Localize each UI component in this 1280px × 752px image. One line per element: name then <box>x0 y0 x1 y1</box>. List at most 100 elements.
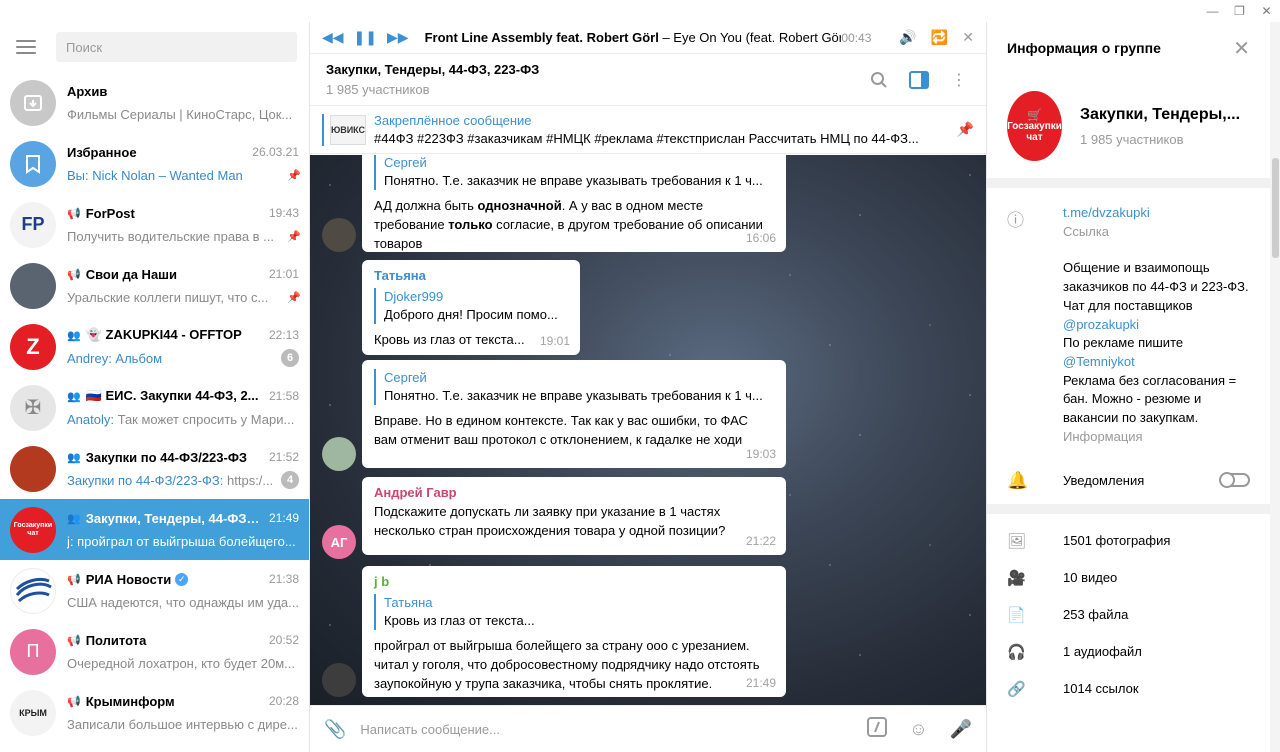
microphone-icon[interactable]: 🎤 <box>950 719 972 740</box>
notifications-toggle[interactable] <box>1219 472 1250 489</box>
chat-item-zakupki-tendery[interactable]: Госзакупки чат 👥 Закупки, Тендеры, 44-ФЗ, … <box>0 499 309 560</box>
attach-icon[interactable]: 📎 <box>324 719 346 740</box>
channel-icon: 📢 <box>67 268 81 281</box>
reply-text: Доброго дня! Просим помо... <box>384 307 558 322</box>
description-label: Информация <box>1063 428 1143 444</box>
pinned-message[interactable]: ЮВИКС Закреплённое сообщение #44ФЗ #223Ф… <box>310 106 986 154</box>
conversation-members: 1 985 участников <box>326 82 430 97</box>
scrollbar[interactable] <box>1270 22 1280 752</box>
chat-time: 21:58 <box>268 389 299 403</box>
conversation-panel: ◀◀ ❚❚ ▶▶ Front Line Assembly feat. Rober… <box>310 22 986 752</box>
message-reply[interactable]: Татьяна Кровь из глаз от текста... <box>374 594 774 630</box>
preview-sender: Вы: <box>67 167 93 183</box>
more-icon[interactable]: ⋮ <box>948 69 970 91</box>
group-description: ⓘ t.me/dvzakupki Ссылка Общение и взаимо… <box>987 188 1270 456</box>
channel-icon: 📢 <box>67 573 81 586</box>
chat-avatar: КРЫМ <box>10 689 56 736</box>
group-info-header: Информация о группе ✕ <box>987 22 1270 74</box>
channel-icon: 📢 <box>67 695 81 708</box>
channel-icon: 📢 <box>67 634 81 647</box>
next-track-icon[interactable]: ▶▶ <box>387 29 409 46</box>
pin-icon: 📌 <box>287 292 301 304</box>
close-player-icon[interactable]: ✕ <box>962 29 974 46</box>
chat-item-svoi[interactable]: 📢 Свои да Наши 21:01 Уральские коллеги пиш… <box>0 255 309 316</box>
repeat-icon[interactable]: 🔁 <box>931 29 948 46</box>
message-sender[interactable]: Татьяна <box>374 266 568 285</box>
menu-icon[interactable] <box>16 40 36 54</box>
chat-name: Архив <box>67 83 108 99</box>
chat-item-zakupki44[interactable]: Z 👥 👻 ZAKUPKI44 - OFFTOP 22:13 Andrey: Аль… <box>0 316 309 377</box>
previous-track-icon[interactable]: ◀◀ <box>322 29 344 46</box>
desc-link[interactable]: @Temniykot <box>1063 354 1135 369</box>
chat-avatar: Госзакупки чат <box>10 506 56 553</box>
message-input[interactable] <box>360 721 868 737</box>
chat-item-zakupki-44-223[interactable]: 👥 Закупки по 44-ФЗ/223-ФЗ 21:52 Закупки по… <box>0 438 309 499</box>
sender-avatar[interactable] <box>322 663 356 697</box>
sender-avatar[interactable]: АГ <box>322 525 356 559</box>
desc-link[interactable]: @prozakupki <box>1063 317 1139 332</box>
group-link[interactable]: t.me/dvzakupki <box>1063 204 1250 223</box>
search-box[interactable] <box>56 32 297 62</box>
chat-item-archive[interactable]: Архив Фильмы Сериалы | КиноСтарс, Цок... <box>0 72 309 133</box>
description-text: Реклама без согласования = бан. Можно - … <box>1063 372 1237 426</box>
message-text: пройграл от выйгрыша болейщего за страну… <box>374 638 760 691</box>
chat-preview: Anatoly: Так может спросить у Мари... <box>67 412 299 427</box>
message-reply[interactable]: Djoker999 Доброго дня! Просим помо... <box>374 288 568 324</box>
chat-name: Закупки, Тендеры, 44-ФЗ, ... <box>85 510 263 526</box>
scrollbar-thumb[interactable] <box>1272 158 1279 258</box>
chat-name: 🇷🇺 ЕИС. Закупки 44-ФЗ, 2... <box>85 388 259 403</box>
restore-icon[interactable]: ❐ <box>1226 0 1253 22</box>
preview-text: Альбом <box>115 350 163 366</box>
media-row-videos[interactable]: 🎥 10 видео <box>987 559 1270 596</box>
media-label: 1501 фотография <box>1063 533 1171 549</box>
volume-icon[interactable]: 🔊 <box>899 29 916 46</box>
chat-item-saved[interactable]: Избранное 26.03.21 Вы: Nick Nolan – Wante… <box>0 133 309 194</box>
group-avatar[interactable]: 🛒 Госзакупки чат <box>1007 91 1062 161</box>
chat-item-ria[interactable]: 📢 РИА Новости ✓ 21:38 США надеются, что одн… <box>0 560 309 621</box>
reply-text: Понятно. Т.е. заказчик не вправе указыва… <box>384 388 763 403</box>
chat-item-eis[interactable]: ✠ 👥 🇷🇺 ЕИС. Закупки 44-ФЗ, 2... 21:58 Anat… <box>0 377 309 438</box>
pin-icon: 📌 <box>287 231 301 243</box>
sender-avatar[interactable] <box>322 437 356 471</box>
emoji-icon[interactable]: ☺ <box>909 719 927 740</box>
pause-icon[interactable]: ❚❚ <box>354 29 377 46</box>
chat-preview: Фильмы Сериалы | КиноСтарс, Цок... <box>67 106 293 122</box>
description-text: По рекламе пишите @Temniykot <box>1063 334 1250 371</box>
search-input[interactable] <box>66 39 287 55</box>
unpin-icon[interactable]: 📌 <box>957 121 974 138</box>
chat-preview: Получить водительские права в ... <box>67 228 275 244</box>
chat-item-kryminform[interactable]: КРЫМ 📢 Крыминформ 20:28 Записали большое и… <box>0 682 309 743</box>
conversation-header[interactable]: Закупки, Тендеры, 44-ФЗ, 223-ФЗ 1 985 уч… <box>310 54 986 106</box>
chat-preview: Закупки по 44-ФЗ/223-ФЗ: https:/... <box>67 473 275 488</box>
chat-item-forpost[interactable]: FP 📢 ForPost 19:43 Получить водительские п… <box>0 194 309 255</box>
media-row-photos[interactable]: 🖼 1501 фотография <box>987 522 1270 559</box>
close-window-icon[interactable]: ✕ <box>1253 0 1280 22</box>
message-reply[interactable]: Сергей Понятно. Т.е. заказчик не вправе … <box>374 369 774 405</box>
notifications-row[interactable]: 🔔 Уведомления <box>987 456 1270 504</box>
media-row-files[interactable]: 📄 253 файла <box>987 596 1270 633</box>
message-text: Кровь из глаз от текста... <box>374 332 525 347</box>
commands-icon[interactable] <box>867 716 888 742</box>
media-row-links[interactable]: 🔗 1014 ссылок <box>987 670 1270 707</box>
track-title[interactable]: Front Line Assembly feat. Robert Görl – … <box>425 30 842 45</box>
shared-media-list: 🖼 1501 фотография 🎥 10 видео 📄 253 файла… <box>987 514 1270 707</box>
media-row-audio[interactable]: 🎧 1 аудиофайл <box>987 633 1270 670</box>
preview-sender: Закупки по 44-ФЗ/223-ФЗ: <box>67 472 228 488</box>
message-sender[interactable]: Андрей Гавр <box>374 483 774 502</box>
minimize-icon[interactable]: — <box>1199 0 1226 22</box>
chat-item-politota[interactable]: П 📢 Политота 20:52 Очередной лохатрон, кто… <box>0 621 309 682</box>
message-bubble: j b Татьяна Кровь из глаз от текста... п… <box>362 566 786 697</box>
message-sender[interactable]: j b <box>374 572 774 591</box>
sender-avatar[interactable] <box>322 218 356 252</box>
divider <box>987 178 1270 188</box>
sidebar-toggle-icon[interactable] <box>908 69 930 91</box>
reply-text: Кровь из глаз от текста... <box>384 613 535 628</box>
search-icon[interactable] <box>868 69 890 91</box>
group-card: 🛒 Госзакупки чат Закупки, Тендеры,... 1 … <box>987 74 1270 178</box>
unread-badge: 4 <box>281 471 299 489</box>
close-icon[interactable]: ✕ <box>1233 36 1250 61</box>
avatar-line2: чат <box>1026 131 1043 143</box>
message-reply[interactable]: Сергей Понятно. Т.е. заказчик не вправе … <box>374 155 774 190</box>
chat-time: 20:52 <box>268 633 299 647</box>
archive-icon <box>10 79 56 126</box>
